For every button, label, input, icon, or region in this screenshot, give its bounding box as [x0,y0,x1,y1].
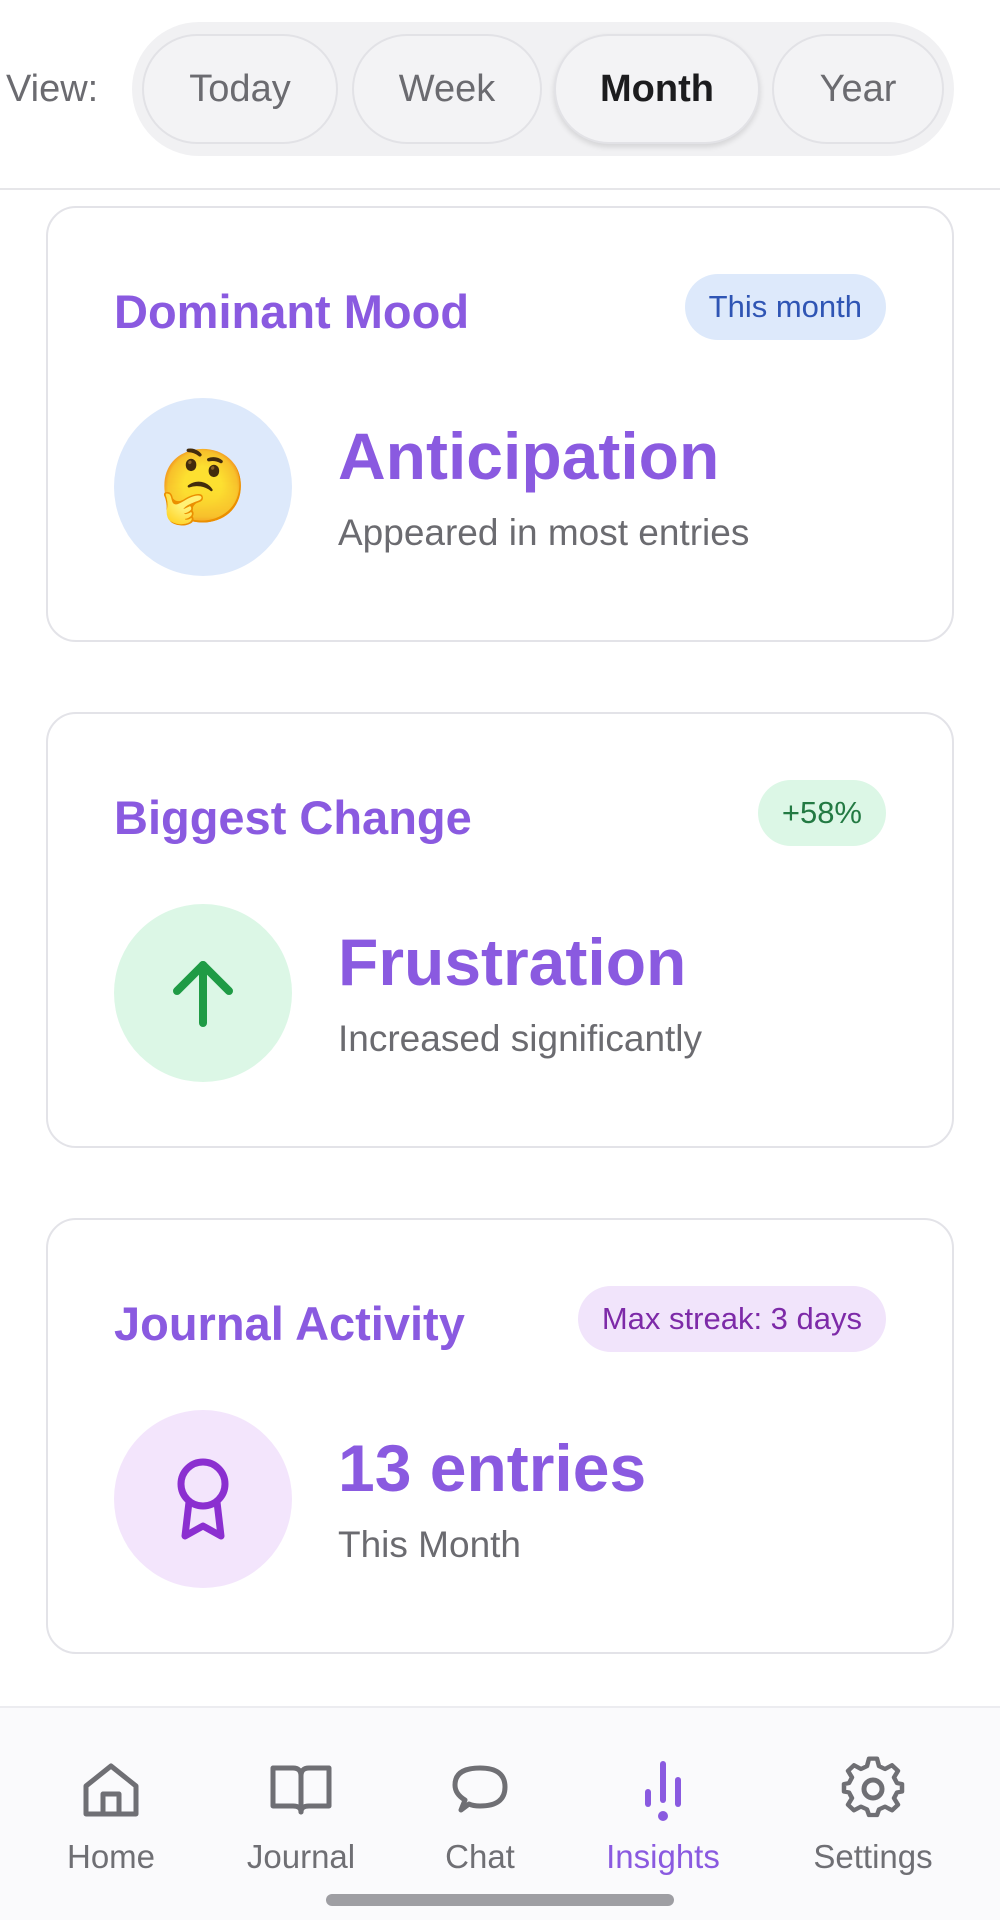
gear-icon [841,1756,905,1818]
nav-label-home: Home [66,1838,156,1875]
card-title: Journal Activity [114,1297,465,1350]
home-icon [83,1763,139,1817]
dominant-mood-subtitle: Appeared in most entries [338,512,750,553]
journal-activity-card: Journal Activity Max streak: 3 days 13 e… [46,1218,954,1654]
book-icon [270,1765,332,1815]
streak-badge: Max streak: 3 days [577,1286,886,1352]
chat-bubble-icon [452,1765,508,1813]
nav-label-chat: Chat [445,1838,515,1875]
entries-count-value: 13 entries [338,1431,647,1505]
insights-screen: View: Today Week Month Year Dominant Moo… [0,0,1000,1920]
card-title: Dominant Mood [114,285,470,338]
view-segmented-control: Today Week Month Year [132,22,954,156]
view-option-week[interactable]: Week [352,34,542,144]
biggest-change-value: Frustration [338,925,687,999]
view-label: View: [6,68,99,110]
biggest-change-subtitle: Increased significantly [338,1018,703,1059]
nav-label-insights: Insights [606,1838,720,1875]
nav-item-journal[interactable]: Journal [216,1756,386,1886]
nav-item-insights[interactable]: Insights [578,1756,748,1886]
card-title: Biggest Change [114,791,472,844]
period-badge: This month [684,274,886,340]
nav-label-journal: Journal [246,1838,356,1875]
view-selector-bar: View: Today Week Month Year [0,0,1000,190]
dominant-mood-value: Anticipation [338,419,720,493]
award-ribbon-icon [177,1458,229,1540]
entries-period-subtitle: This Month [338,1524,522,1565]
change-percent-badge: +58% [757,780,886,846]
biggest-change-card: Biggest Change +58% Frustration Increase… [46,712,954,1148]
bar-chart-icon [645,1761,681,1821]
view-option-month[interactable]: Month [554,34,760,144]
dominant-mood-card: Dominant Mood This month 🤔 Anticipation … [46,206,954,642]
activity-icon-circle [114,1410,292,1588]
bottom-navigation: Home Journal Chat Insights Settings [0,1706,1000,1920]
view-option-year[interactable]: Year [772,34,944,144]
view-option-today[interactable]: Today [142,34,338,144]
change-icon-circle [114,904,292,1082]
nav-item-home[interactable]: Home [26,1756,196,1886]
mood-icon-circle: 🤔 [114,398,292,576]
thinking-face-icon: 🤔 [158,447,248,527]
home-indicator-bar[interactable] [326,1894,674,1906]
nav-label-settings: Settings [813,1838,933,1875]
arrow-up-icon [173,961,233,1027]
nav-item-chat[interactable]: Chat [395,1756,565,1886]
nav-item-settings[interactable]: Settings [788,1756,958,1886]
